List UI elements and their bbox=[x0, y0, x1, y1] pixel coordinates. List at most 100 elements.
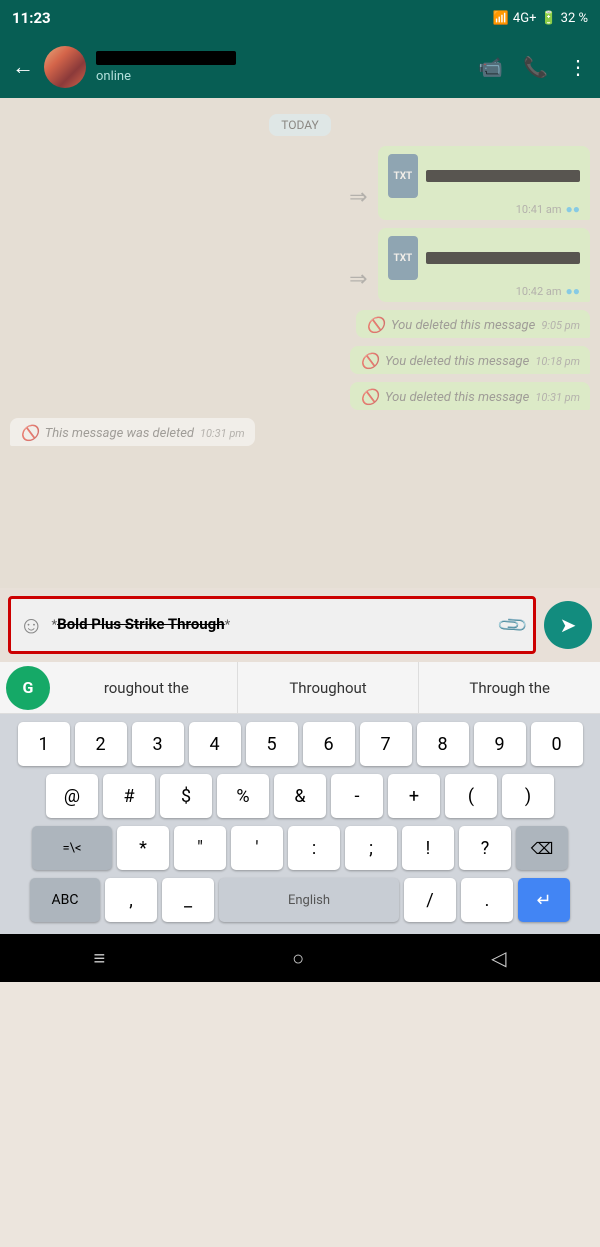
deleted-text-1: You deleted this message bbox=[391, 318, 535, 333]
key-0[interactable]: 0 bbox=[531, 722, 583, 766]
chat-header: ← online 📹 📞 ⋮ bbox=[0, 36, 600, 98]
menu-button[interactable]: ⋮ bbox=[568, 55, 588, 79]
key-minus[interactable]: - bbox=[331, 774, 383, 818]
key-dollar[interactable]: $ bbox=[160, 774, 212, 818]
contact-name-redacted bbox=[96, 51, 236, 65]
deleted-time-2: 10:18 pm bbox=[535, 355, 580, 368]
deleted-message-2: 🚫 You deleted this message 10:18 pm bbox=[350, 346, 590, 374]
keyboard-bottom-row: ABC , _ English / . ↵ bbox=[4, 878, 596, 922]
forward-icon-2[interactable]: ⇒ bbox=[349, 267, 367, 292]
keyboard-symbol-row1: @ # $ % & - + ( ) bbox=[4, 774, 596, 818]
deleted-time-1: 9:05 pm bbox=[541, 319, 580, 332]
key-squote[interactable]: ' bbox=[231, 826, 283, 870]
message-input-area[interactable]: ☺ *Bold Plus Strike Through* 📎 bbox=[8, 596, 536, 654]
deleted-message-1: 🚫 You deleted this message 9:05 pm bbox=[356, 310, 590, 338]
key-period[interactable]: . bbox=[461, 878, 513, 922]
status-bar: 11:23 📶 4G+ 🔋 32 % bbox=[0, 0, 600, 36]
file-name-redacted-2 bbox=[426, 252, 580, 264]
nav-menu-icon[interactable]: ≡ bbox=[93, 946, 105, 971]
autocomplete-item-3[interactable]: Through the bbox=[419, 662, 600, 713]
key-3[interactable]: 3 bbox=[132, 722, 184, 766]
network-type: 4G+ bbox=[513, 11, 537, 26]
key-enter[interactable]: ↵ bbox=[518, 878, 570, 922]
key-9[interactable]: 9 bbox=[474, 722, 526, 766]
table-row: 🚫 You deleted this message 10:31 pm bbox=[10, 382, 590, 410]
key-7[interactable]: 7 bbox=[360, 722, 412, 766]
keyboard-symbol-row2: =\< * " ' : ; ! ? ⌫ bbox=[4, 826, 596, 870]
status-icons: 📶 4G+ 🔋 32 % bbox=[493, 11, 588, 26]
forward-icon[interactable]: ⇒ bbox=[349, 185, 367, 210]
contact-info[interactable]: online bbox=[96, 51, 468, 84]
backspace-key[interactable]: ⌫ bbox=[516, 826, 568, 870]
status-time: 11:23 bbox=[12, 9, 51, 27]
deleted-time-in: 10:31 pm bbox=[200, 427, 245, 440]
key-2[interactable]: 2 bbox=[75, 722, 127, 766]
key-colon[interactable]: : bbox=[288, 826, 340, 870]
key-dquote[interactable]: " bbox=[174, 826, 226, 870]
autocomplete-item-1[interactable]: roughout the bbox=[56, 662, 238, 713]
avatar[interactable] bbox=[44, 46, 86, 88]
key-asterisk[interactable]: * bbox=[117, 826, 169, 870]
msg-ticks-2: ●● bbox=[566, 284, 581, 298]
video-call-button[interactable]: 📹 bbox=[478, 55, 503, 79]
contact-status: online bbox=[96, 69, 468, 84]
battery-icon: 🔋 bbox=[540, 11, 556, 26]
send-icon: ➤ bbox=[560, 613, 577, 637]
key-5[interactable]: 5 bbox=[246, 722, 298, 766]
table-row: ⇒ TXT 10:42 am ●● bbox=[10, 228, 590, 302]
msg-ticks-1: ●● bbox=[566, 202, 581, 216]
nav-home-icon[interactable]: ○ bbox=[292, 946, 304, 971]
msg-time-2: 10:42 am bbox=[516, 285, 562, 298]
file-icon-txt-2: TXT bbox=[388, 236, 419, 280]
send-button[interactable]: ➤ bbox=[544, 601, 592, 649]
autocomplete-item-2[interactable]: Throughout bbox=[238, 662, 420, 713]
key-amp[interactable]: & bbox=[274, 774, 326, 818]
header-icons: 📹 📞 ⋮ bbox=[478, 55, 588, 79]
key-space[interactable]: English bbox=[219, 878, 399, 922]
key-underscore[interactable]: _ bbox=[162, 878, 214, 922]
key-closeparen[interactable]: ) bbox=[502, 774, 554, 818]
deleted-icon-2: 🚫 bbox=[360, 352, 379, 370]
deleted-icon-3: 🚫 bbox=[360, 388, 379, 406]
deleted-text-3: You deleted this message bbox=[385, 390, 529, 405]
call-button[interactable]: 📞 bbox=[523, 55, 548, 79]
key-percent[interactable]: % bbox=[217, 774, 269, 818]
key-at[interactable]: @ bbox=[46, 774, 98, 818]
file-name-redacted bbox=[426, 170, 580, 182]
grammarly-icon: G bbox=[6, 666, 50, 710]
key-abc[interactable]: ABC bbox=[30, 878, 100, 922]
deleted-time-3: 10:31 pm bbox=[535, 391, 580, 404]
key-comma[interactable]: , bbox=[105, 878, 157, 922]
key-hash[interactable]: # bbox=[103, 774, 155, 818]
table-row: 🚫 You deleted this message 9:05 pm bbox=[10, 310, 590, 338]
emoji-button[interactable]: ☺ bbox=[19, 611, 44, 640]
key-exclaim[interactable]: ! bbox=[402, 826, 454, 870]
key-4[interactable]: 4 bbox=[189, 722, 241, 766]
avatar-image bbox=[44, 46, 86, 88]
deleted-icon-in: 🚫 bbox=[20, 424, 39, 442]
battery-level: 32 % bbox=[561, 11, 588, 26]
table-row: 🚫 You deleted this message 10:18 pm bbox=[10, 346, 590, 374]
file-message-2: TXT 10:42 am ●● bbox=[378, 228, 591, 302]
key-semicolon[interactable]: ; bbox=[345, 826, 397, 870]
signal-icon: 📶 bbox=[493, 11, 509, 26]
attach-button[interactable]: 📎 bbox=[495, 608, 530, 643]
key-more-symbols[interactable]: =\< bbox=[32, 826, 112, 870]
message-input[interactable]: *Bold Plus Strike Through* bbox=[52, 614, 493, 635]
chat-area: TODAY ⇒ TXT 10:41 am ●● ⇒ TXT bbox=[0, 98, 600, 588]
nav-back-icon[interactable]: ◁ bbox=[491, 946, 506, 970]
key-plus[interactable]: + bbox=[388, 774, 440, 818]
table-row: 🚫 This message was deleted 10:31 pm bbox=[10, 418, 590, 446]
deleted-text-2: You deleted this message bbox=[385, 354, 529, 369]
key-8[interactable]: 8 bbox=[417, 722, 469, 766]
asterisk-end: * bbox=[225, 618, 231, 633]
key-openparen[interactable]: ( bbox=[445, 774, 497, 818]
key-question[interactable]: ? bbox=[459, 826, 511, 870]
key-slash[interactable]: / bbox=[404, 878, 456, 922]
deleted-message-3: 🚫 You deleted this message 10:31 pm bbox=[350, 382, 590, 410]
key-6[interactable]: 6 bbox=[303, 722, 355, 766]
deleted-message-incoming: 🚫 This message was deleted 10:31 pm bbox=[10, 418, 255, 446]
back-button[interactable]: ← bbox=[12, 54, 34, 80]
key-1[interactable]: 1 bbox=[18, 722, 70, 766]
deleted-icon-1: 🚫 bbox=[366, 316, 385, 334]
